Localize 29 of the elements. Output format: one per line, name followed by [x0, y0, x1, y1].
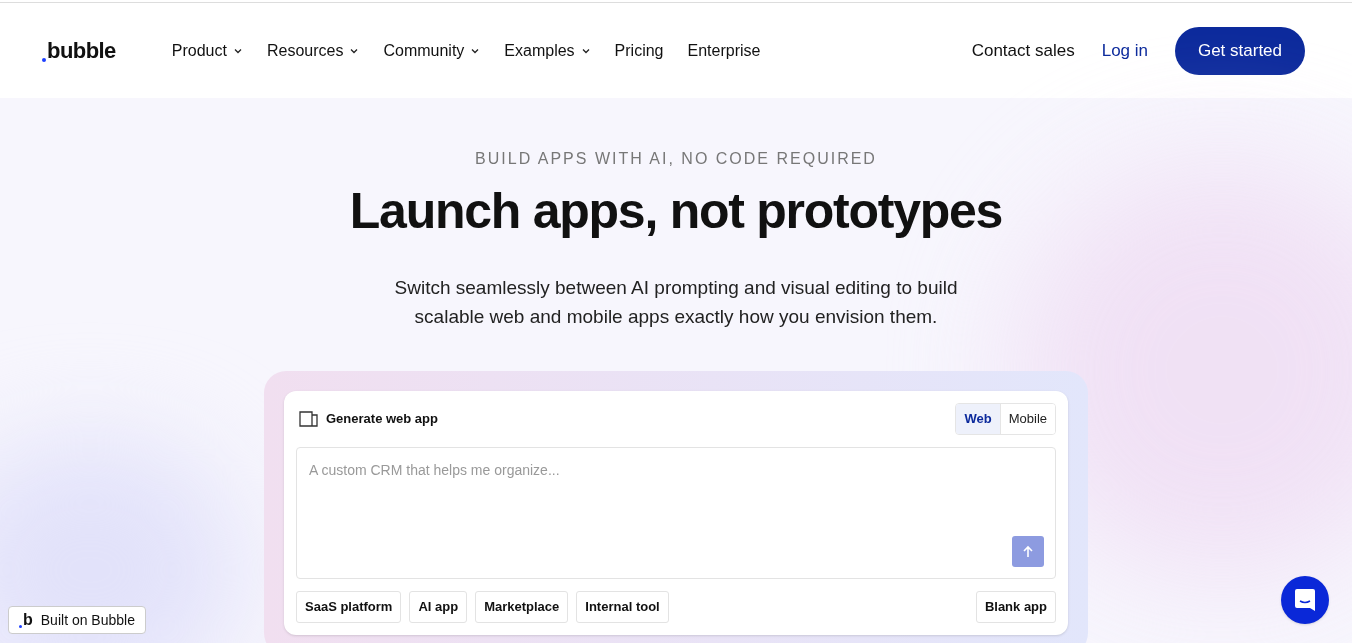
contact-sales-link[interactable]: Contact sales: [971, 37, 1075, 64]
chat-icon: [1294, 588, 1316, 612]
eyebrow-text: BUILD APPS WITH AI, NO CODE REQUIRED: [475, 149, 877, 169]
template-chip[interactable]: SaaS platform: [296, 591, 402, 623]
log-in-link[interactable]: Log in: [1101, 37, 1148, 64]
nav-link[interactable]: Pricing: [614, 38, 664, 63]
nav-link[interactable]: Resources: [266, 38, 360, 63]
platform-tab[interactable]: Mobile: [999, 404, 1055, 434]
platform-tab[interactable]: Web: [956, 404, 1000, 434]
generator-label: Generate web app: [326, 410, 438, 429]
nav-link[interactable]: Examples: [504, 38, 591, 63]
hero-subtitle: Switch seamlessly between AI prompting and visual editing to build scalable web and mobile apps exactly how you envision them.: [393, 276, 959, 329]
nav-link[interactable]: Community: [383, 38, 481, 63]
nav-link[interactable]: Product: [171, 38, 243, 63]
hero-title: Launch apps, not prototypes: [349, 182, 1003, 241]
prompt-field[interactable]: A custom CRM that helps me organize...: [296, 447, 1056, 579]
devices-icon: [299, 411, 318, 427]
badge-label: Built on Bubble: [40, 610, 135, 630]
built-on-bubble-badge[interactable]: b Built on Bubble: [8, 606, 146, 634]
arrow-up-icon: [1021, 544, 1035, 559]
chat-launcher-button[interactable]: [1281, 576, 1329, 624]
bubble-logo[interactable]: bubble: [42, 34, 116, 67]
get-started-button[interactable]: Get started: [1175, 26, 1305, 75]
blank-app-chip[interactable]: Blank app: [975, 591, 1056, 623]
nav-link[interactable]: Enterprise: [687, 38, 761, 63]
template-chip[interactable]: AI app: [409, 591, 468, 623]
template-chip[interactable]: Marketplace: [475, 591, 569, 623]
bubble-logo: b: [19, 612, 33, 628]
template-chip[interactable]: Internal tool: [576, 591, 669, 623]
